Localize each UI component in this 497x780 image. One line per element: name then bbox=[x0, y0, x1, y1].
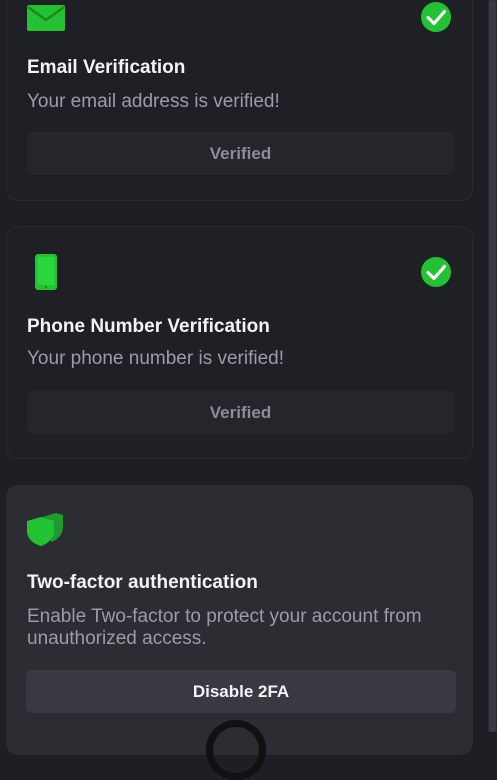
phone-icon bbox=[35, 254, 57, 295]
card-description: Your phone number is verified! bbox=[27, 348, 285, 369]
card-description: Your email address is verified! bbox=[27, 91, 280, 112]
email-verified-button[interactable]: Verified bbox=[27, 132, 454, 175]
envelope-icon bbox=[27, 5, 65, 36]
card-title: Email Verification bbox=[27, 57, 186, 78]
card-title: Two-factor authentication bbox=[27, 572, 258, 593]
check-circle-icon bbox=[420, 256, 452, 293]
phone-verification-card: Phone Number Verification Your phone num… bbox=[6, 226, 473, 459]
shield-icon bbox=[26, 513, 64, 552]
scrollbar-thumb[interactable] bbox=[489, 0, 496, 732]
check-circle-icon bbox=[420, 1, 452, 38]
loading-spinner-icon bbox=[206, 720, 266, 780]
card-description: Enable Two-factor to protect your accoun… bbox=[27, 606, 422, 649]
disable-2fa-button[interactable]: Disable 2FA bbox=[26, 670, 456, 713]
card-title: Phone Number Verification bbox=[27, 316, 270, 337]
email-verification-card: Email Verification Your email address is… bbox=[6, 0, 473, 201]
phone-verified-button[interactable]: Verified bbox=[27, 391, 454, 434]
two-factor-card: Two-factor authentication Enable Two-fac… bbox=[6, 485, 473, 755]
scrollbar-track[interactable] bbox=[488, 0, 497, 732]
